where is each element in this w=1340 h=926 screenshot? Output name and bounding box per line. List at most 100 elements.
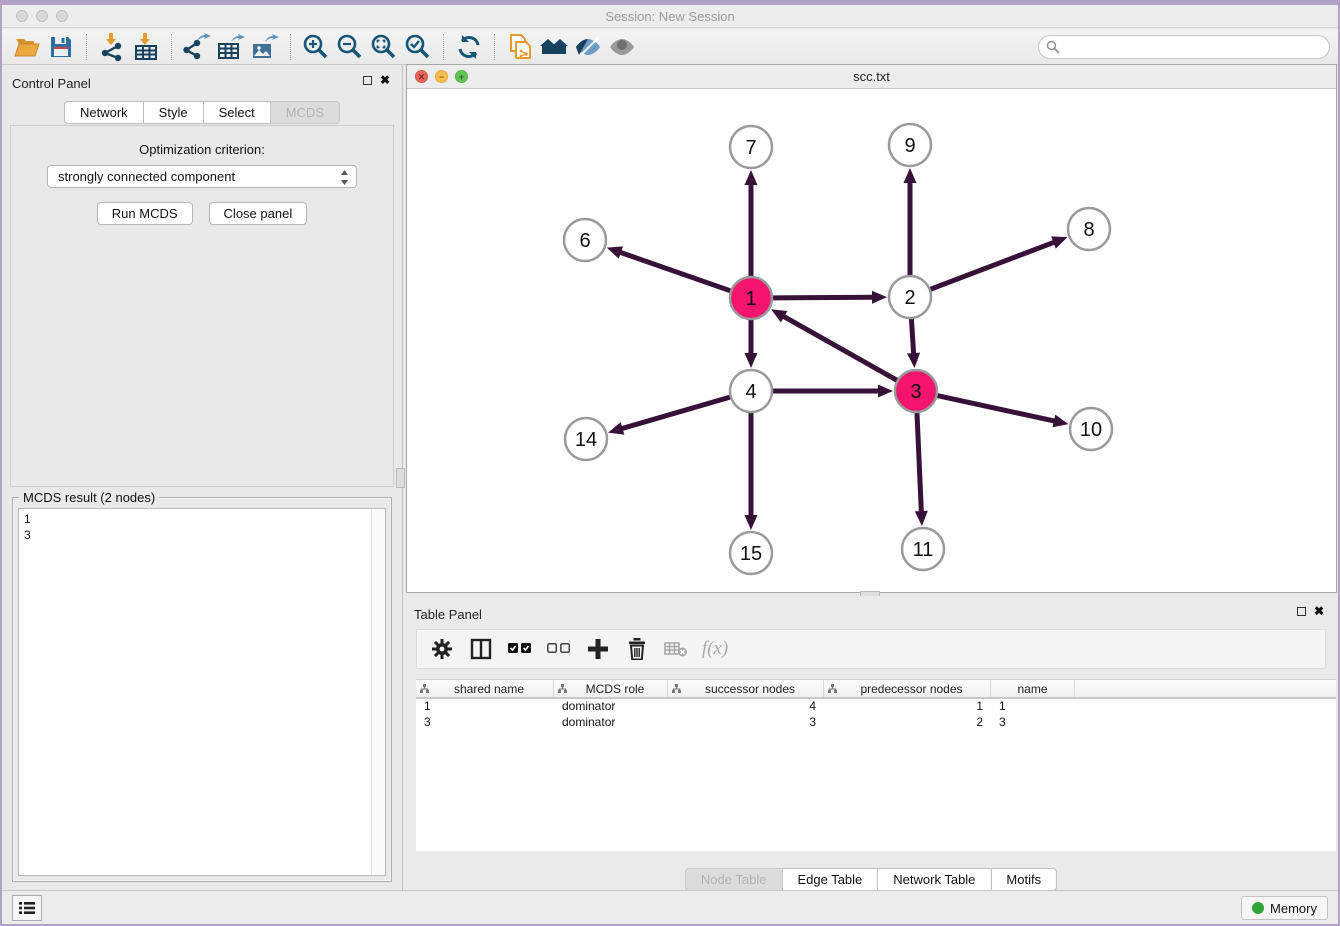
zoom-fit-icon[interactable] — [367, 32, 401, 62]
graph-edge-arrowhead — [1052, 415, 1068, 428]
show-eye-icon[interactable] — [605, 32, 639, 62]
optimization-criterion-label: Optimization criterion: — [11, 142, 393, 157]
run-mcds-button[interactable]: Run MCDS — [97, 202, 193, 225]
main-toolbar — [2, 29, 1338, 65]
table-row[interactable]: 1dominator411 — [416, 699, 1336, 715]
table-panel: Table Panel ✖ — [404, 596, 1338, 893]
column-header-predecessor-nodes[interactable]: predecessor nodes — [824, 680, 991, 697]
save-floppy-icon[interactable] — [44, 32, 78, 62]
close-table-panel-icon[interactable]: ✖ — [1314, 607, 1324, 616]
dropdown-stepper-icon — [340, 170, 349, 191]
graph-node-label-10: 10 — [1080, 419, 1102, 441]
cell-successor-nodes[interactable]: 3 — [668, 715, 824, 731]
graph-node-label-4: 4 — [745, 381, 756, 403]
task-history-button[interactable] — [12, 895, 42, 921]
graph-node-label-3: 3 — [910, 381, 921, 403]
graph-edge-3-10[interactable] — [937, 395, 1056, 421]
cell-successor-nodes[interactable]: 4 — [668, 699, 824, 715]
cell-MCDS-role[interactable]: dominator — [554, 699, 668, 715]
tab-select[interactable]: Select — [203, 101, 271, 124]
network-canvas[interactable]: 7968124314101511 — [407, 89, 1336, 593]
tab-style[interactable]: Style — [143, 101, 204, 124]
graph-edge-arrowhead — [745, 515, 758, 530]
memory-status-icon — [1252, 902, 1264, 914]
select-all-icon[interactable] — [505, 634, 535, 664]
graph-edge-arrowhead — [907, 353, 920, 368]
zoom-selected-icon[interactable] — [401, 32, 435, 62]
add-column-plus-icon[interactable] — [583, 634, 613, 664]
memory-button[interactable]: Memory — [1241, 896, 1328, 920]
column-header-successor-nodes[interactable]: successor nodes — [668, 680, 824, 697]
graph-edge-arrowhead — [1051, 236, 1067, 248]
close-panel-icon[interactable]: ✖ — [380, 76, 390, 85]
toolbar-separator — [443, 34, 444, 60]
tab-node-table[interactable]: Node Table — [685, 868, 783, 891]
search-input[interactable] — [1038, 35, 1330, 59]
zoom-in-icon[interactable] — [299, 32, 333, 62]
column-header-name[interactable]: name — [991, 680, 1075, 697]
toolbar-separator — [86, 34, 87, 60]
import-table-icon[interactable] — [129, 32, 163, 62]
cell-predecessor-nodes[interactable]: 1 — [824, 699, 991, 715]
zoom-out-icon[interactable] — [333, 32, 367, 62]
export-table-icon[interactable] — [214, 32, 248, 62]
graph-edge-arrowhead — [607, 246, 623, 258]
duplicate-network-icon[interactable] — [503, 32, 537, 62]
show-columns-icon[interactable] — [466, 634, 496, 664]
tab-network-table[interactable]: Network Table — [877, 868, 991, 891]
bird-view-eye-icon[interactable] — [571, 32, 605, 62]
graph-edge-arrowhead — [745, 353, 758, 368]
graph-node-label-9: 9 — [904, 135, 915, 157]
cell-predecessor-nodes[interactable]: 2 — [824, 715, 991, 731]
export-network-icon[interactable] — [180, 32, 214, 62]
float-table-panel-icon[interactable] — [1297, 607, 1306, 616]
table-settings-gear-icon[interactable] — [427, 634, 457, 664]
delete-column-trash-icon[interactable] — [622, 634, 652, 664]
graph-edge-1-6[interactable] — [619, 252, 731, 291]
float-panel-icon[interactable] — [363, 76, 372, 85]
table-toolbar: f(x) — [416, 629, 1326, 669]
graph-node-label-11: 11 — [913, 539, 934, 561]
refresh-layout-icon[interactable] — [452, 32, 486, 62]
mcds-result-text: 1 3 — [19, 509, 385, 545]
graph-edge-2-3[interactable] — [911, 318, 913, 355]
graph-edge-3-11[interactable] — [917, 412, 921, 513]
graph-edge-3-1[interactable] — [782, 316, 897, 381]
control-panel-tabs: NetworkStyleSelectMCDS — [64, 101, 340, 124]
graph-edge-2-8[interactable] — [930, 242, 1056, 290]
table-row[interactable]: 3dominator323 — [416, 715, 1336, 731]
graph-edge-4-14[interactable] — [621, 397, 731, 429]
open-folder-icon[interactable] — [10, 32, 44, 62]
network-window-titlebar[interactable]: ✕ − + scc.txt — [407, 65, 1336, 89]
tab-edge-table[interactable]: Edge Table — [781, 868, 878, 891]
export-image-icon[interactable] — [248, 32, 282, 62]
close-panel-button[interactable]: Close panel — [209, 202, 308, 225]
cell-MCDS-role[interactable]: dominator — [554, 715, 668, 731]
column-header-shared-name[interactable]: shared name — [416, 680, 554, 697]
tab-network[interactable]: Network — [64, 101, 144, 124]
tab-mcds[interactable]: MCDS — [270, 101, 340, 124]
graph-edge-1-2[interactable] — [772, 297, 874, 298]
column-header-MCDS-role[interactable]: MCDS role — [554, 680, 668, 697]
vertical-splitter-grip[interactable] — [396, 468, 405, 488]
cell-shared-name[interactable]: 3 — [416, 715, 554, 731]
cell-name[interactable]: 1 — [991, 699, 1075, 715]
cell-name[interactable]: 3 — [991, 715, 1075, 731]
deselect-all-icon[interactable] — [544, 634, 574, 664]
result-scrollbar[interactable] — [371, 509, 385, 875]
table-panel-title: Table Panel — [414, 607, 482, 622]
mcds-app-panel: Optimization criterion: strongly connect… — [10, 125, 394, 487]
graph-node-label-2: 2 — [904, 287, 915, 309]
control-panel-title: Control Panel — [12, 76, 91, 91]
toolbar-separator — [290, 34, 291, 60]
import-network-icon[interactable] — [95, 32, 129, 62]
tab-motifs[interactable]: Motifs — [990, 868, 1057, 891]
search-icon — [1046, 40, 1060, 59]
mcds-result-area[interactable]: 1 3 — [18, 508, 386, 876]
cell-shared-name[interactable]: 1 — [416, 699, 554, 715]
criterion-dropdown[interactable]: strongly connected component — [47, 165, 357, 188]
delete-table-icon[interactable] — [661, 634, 691, 664]
home-view-icon[interactable] — [537, 32, 571, 62]
desktop-background: Session: New Session — [0, 0, 1340, 926]
table-tabs: Node TableEdge TableNetwork TableMotifs — [685, 868, 1057, 891]
